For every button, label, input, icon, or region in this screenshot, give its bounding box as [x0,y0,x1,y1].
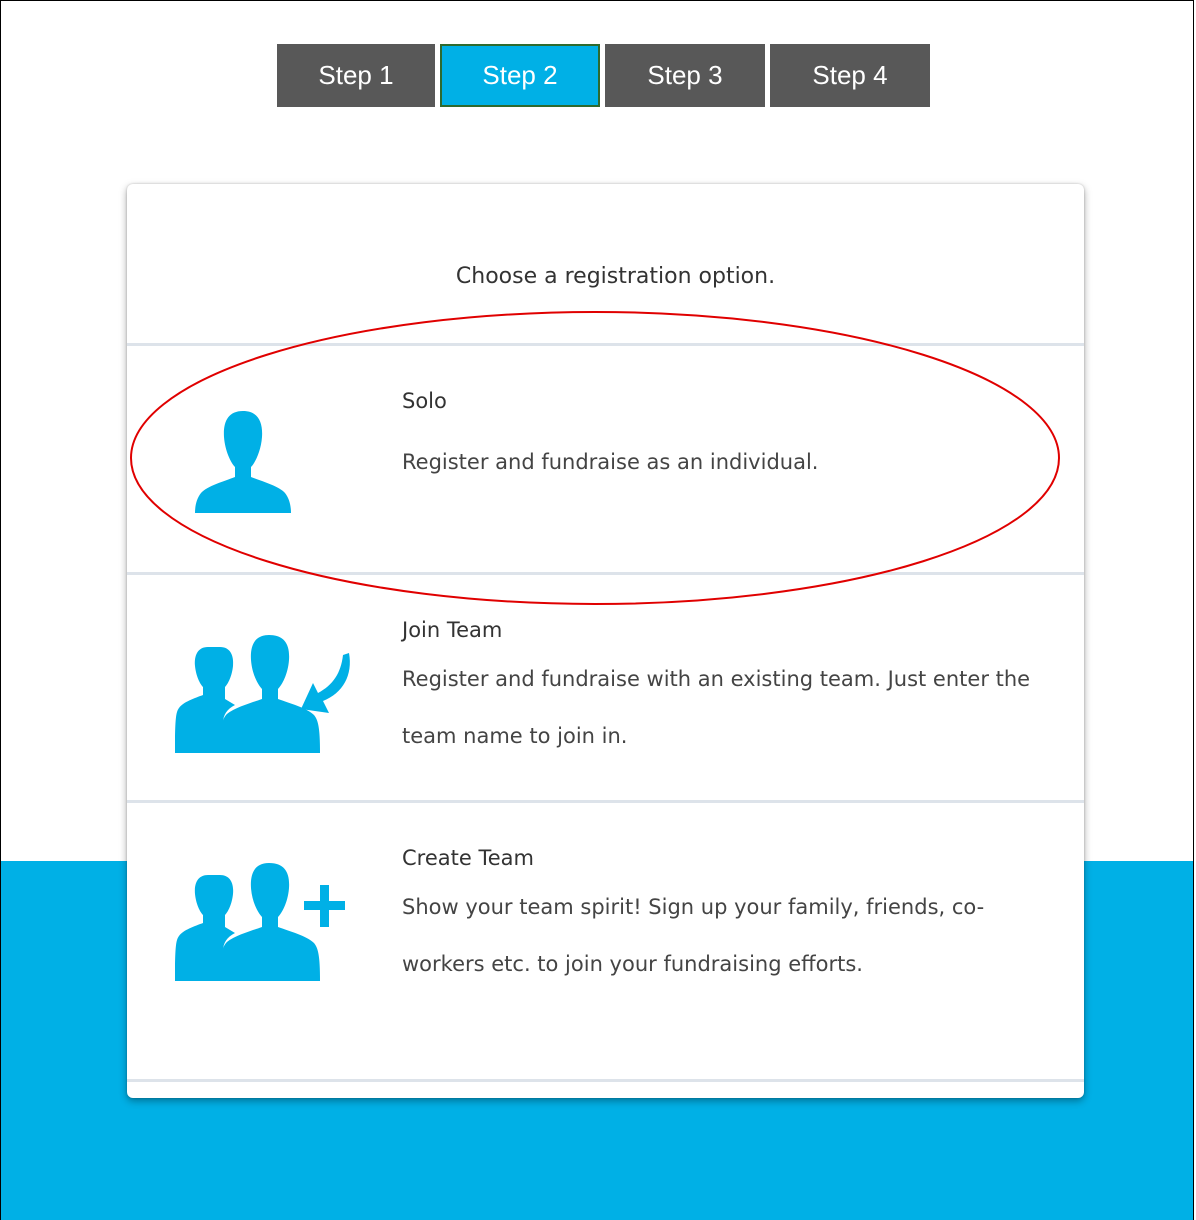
team-create-icon [175,863,349,981]
solo-description: Register and fundraise as an individual. [402,450,819,474]
step-3-tab[interactable]: Step 3 [605,44,765,107]
create-team-description: Show your team spirit! Sign up your fami… [402,895,985,976]
step-2-tab[interactable]: Step 2 [440,44,600,107]
team-join-icon [175,635,355,753]
step-4-tab[interactable]: Step 4 [770,44,930,107]
page-frame: Step 1 Step 2 Step 3 Step 4 Choose a reg… [0,0,1194,1220]
join-team-option[interactable]: Join Team Register and fundraise with an… [127,575,1084,803]
join-team-title: Join Team [402,618,503,642]
step-nav: Step 1 Step 2 Step 3 Step 4 [277,44,930,107]
card-header: Choose a registration option. [127,184,1084,346]
solo-title: Solo [402,389,447,413]
person-icon [195,411,291,513]
registration-card: Choose a registration option. Solo Regis… [127,184,1084,1098]
step-1-tab[interactable]: Step 1 [277,44,435,107]
create-team-option[interactable]: Create Team Show your team spirit! Sign … [127,803,1084,1082]
registration-prompt: Choose a registration option. [455,264,776,289]
solo-option[interactable]: Solo Register and fundraise as an indivi… [127,346,1084,575]
create-team-title: Create Team [402,846,534,870]
join-team-description: Register and fundraise with an existing … [402,667,1031,748]
